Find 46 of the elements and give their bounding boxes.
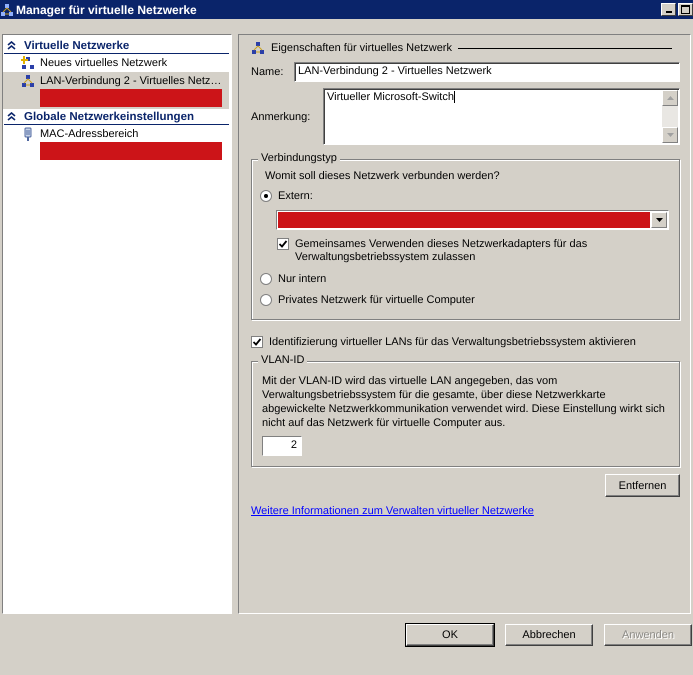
option-label: Nur intern xyxy=(278,273,326,285)
name-field[interactable]: LAN-Verbindung 2 - Virtuelles Netzwerk xyxy=(294,62,680,82)
checkbox-label: Gemeinsames Verwenden dieses Netzwerkadapters für das Verwaltungsbetriebssystem zulassen xyxy=(295,238,588,264)
checkbox[interactable] xyxy=(251,336,263,348)
help-link[interactable]: Weitere Informationen zum Verwalten virtueller Netzwerke xyxy=(251,505,534,517)
radio-button[interactable] xyxy=(260,273,272,285)
sidebar-item[interactable]: Neues virtuelles Netzwerk xyxy=(3,54,231,72)
section-header: Virtuelle Netzwerke xyxy=(24,40,130,52)
vlan-id-field[interactable]: 2 xyxy=(262,436,302,456)
checkbox-label: Identifizierung virtueller LANs für das Verwaltungsbetriebssystem aktivieren xyxy=(269,336,636,348)
dialog-button: Anwenden xyxy=(604,624,692,646)
window-title: Manager für virtuelle Netzwerke xyxy=(16,2,198,16)
description-text: Mit der VLAN-ID wird das virtuelle LAN angegeben, das vom Verwaltungsbetriebssystem für die gesamte, über diese Netzwerkkarte abgewickelte Netzwerkkommunikation verwendet wird. Diese Einstellung wirkt sich nicht auf das Netzwerk für virtuelle Computer aus. xyxy=(262,374,666,430)
item-label: Neues virtuelles Netzwerk xyxy=(40,57,168,69)
minimize-button[interactable] xyxy=(661,3,676,16)
group-label: VLAN-ID xyxy=(258,354,308,366)
caret-icon[interactable] xyxy=(656,218,662,222)
radio-button[interactable] xyxy=(260,294,272,306)
radio-button[interactable] xyxy=(260,190,272,202)
minimize-icon xyxy=(666,11,672,13)
field-label: Name: xyxy=(251,66,284,78)
network-icon xyxy=(251,41,265,55)
network-icon xyxy=(21,74,35,88)
collapse-icon[interactable] xyxy=(7,112,16,121)
sidebar-item[interactable]: MAC-Adressbereich xyxy=(3,125,231,162)
question-text: Womit soll dieses Netzwerk verbunden werden? xyxy=(265,170,501,182)
field-label: Anmerkung: xyxy=(251,110,312,122)
option-label: Privates Netzwerk für virtuelle Computer xyxy=(278,294,475,306)
adapter-dropdown[interactable] xyxy=(276,210,669,230)
maximize-button[interactable] xyxy=(678,3,693,16)
section-header: Globale Netzwerkeinstellungen xyxy=(24,110,194,122)
collapse-icon[interactable] xyxy=(7,41,16,50)
dialog-button[interactable]: OK xyxy=(406,624,494,646)
option-label: Extern: xyxy=(278,190,313,202)
remove-button[interactable]: Entfernen xyxy=(605,474,680,497)
item-label: MAC-Adressbereich xyxy=(40,128,138,140)
network-icon xyxy=(0,2,14,16)
item-label: LAN-Verbindung 2 - Virtuelles Netz… xyxy=(40,75,222,87)
group-label: Verbindungstyp xyxy=(258,152,340,164)
section-heading: Eigenschaften für virtuelles Netzwerk xyxy=(271,42,452,54)
plus-network-icon xyxy=(21,56,35,70)
maximize-icon xyxy=(681,5,690,14)
checkbox[interactable] xyxy=(277,238,289,250)
note-field[interactable]: Virtueller Microsoft-Switch xyxy=(323,88,680,145)
sidebar-item[interactable]: LAN-Verbindung 2 - Virtuelles Netz… xyxy=(3,72,229,109)
dialog-button[interactable]: Abbrechen xyxy=(505,624,593,646)
